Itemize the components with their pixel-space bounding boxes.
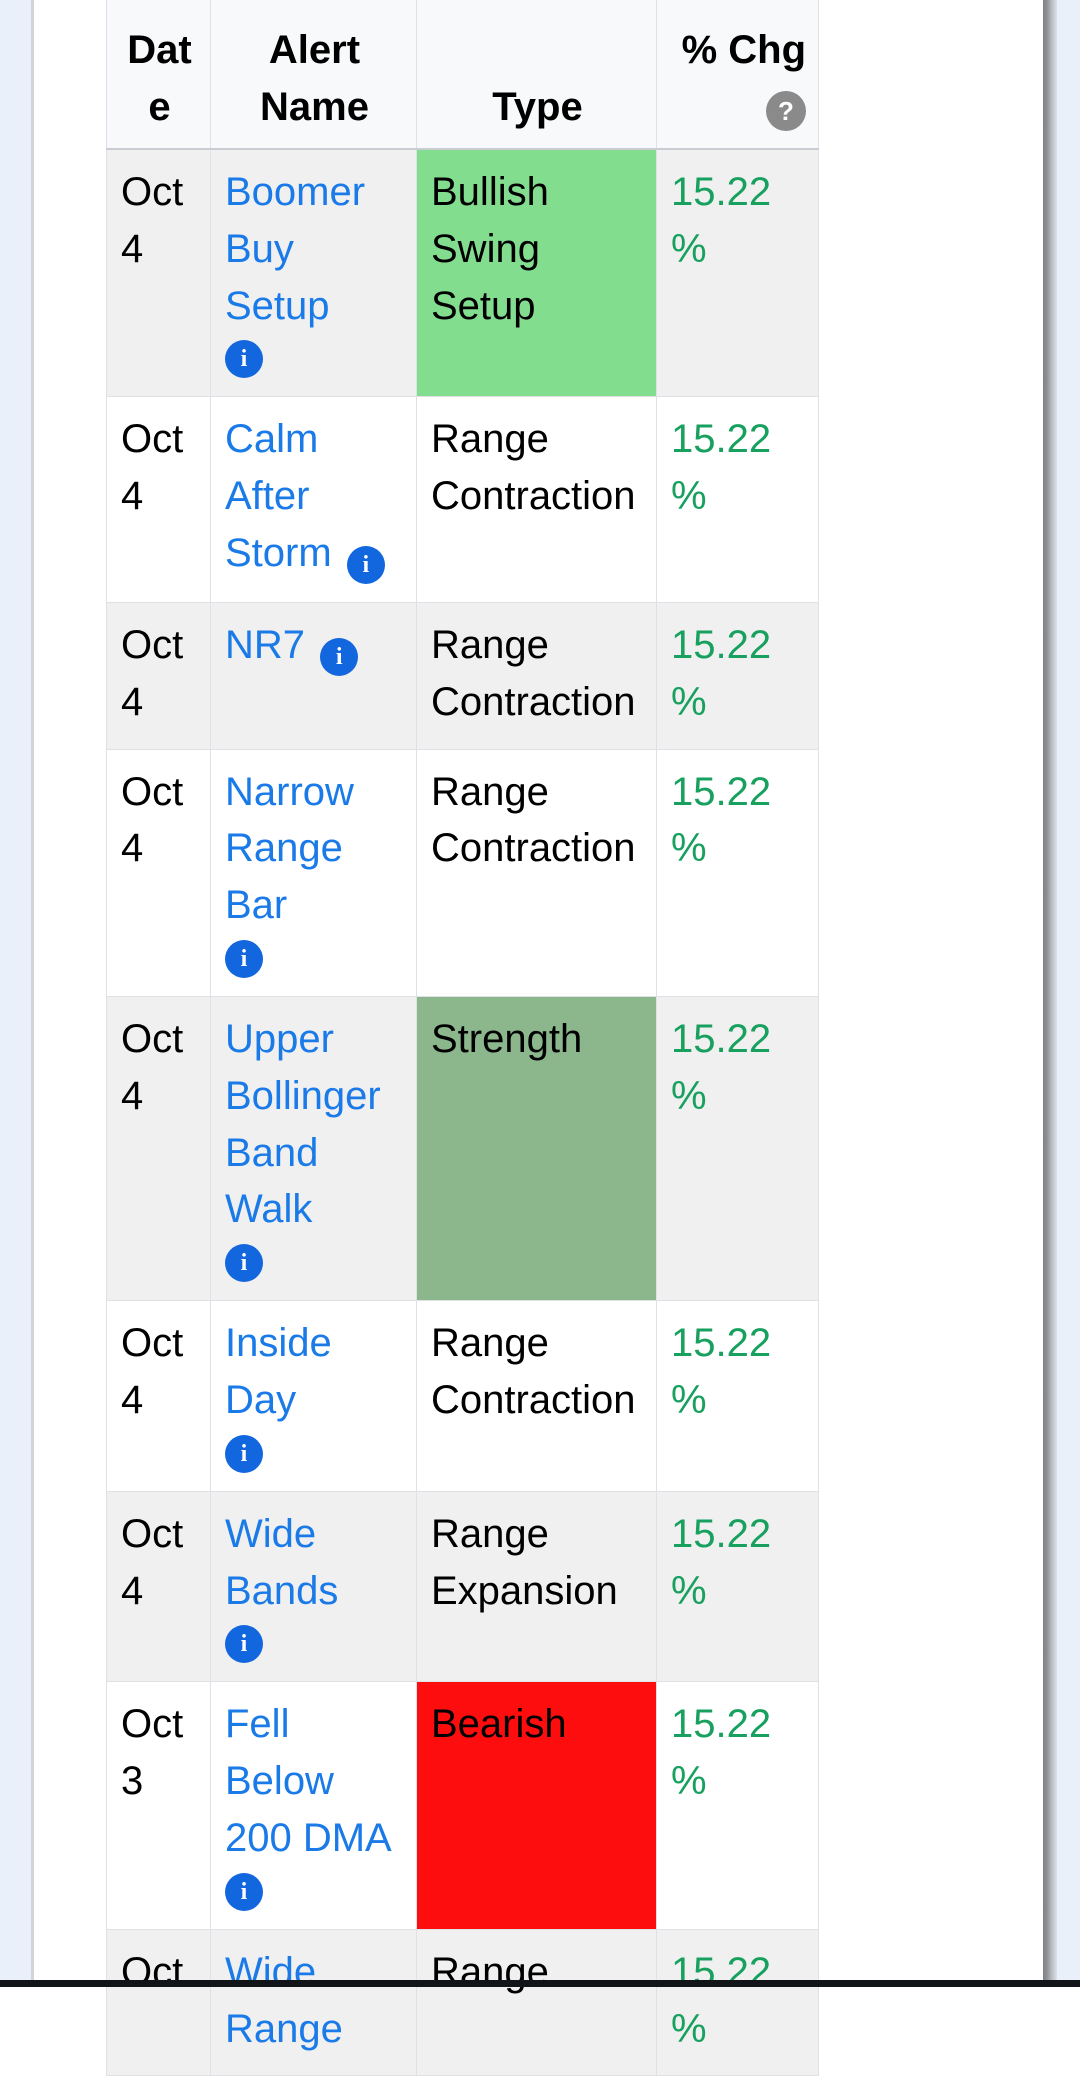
info-icon[interactable]: i <box>225 1244 263 1283</box>
alert-name-link[interactable]: Wide Bands <box>225 1512 338 1613</box>
vertical-scrollbar[interactable] <box>1043 0 1057 1987</box>
cell-type: Range Expansion <box>416 1490 657 1683</box>
cell-pct-chg: 15.22% <box>656 148 819 398</box>
cell-type: Range <box>416 1928 657 2076</box>
column-header-alert-name[interactable]: Alert Name <box>210 0 417 150</box>
cell-alert-name: NR7 i <box>210 601 417 750</box>
info-icon[interactable]: i <box>225 1625 263 1664</box>
cell-pct-chg: 15.22% <box>656 601 819 750</box>
cell-type: Bearish <box>416 1681 657 1930</box>
alert-name-link[interactable]: Wide Range <box>225 1950 343 2051</box>
cell-date: Oct 4 <box>106 748 211 997</box>
info-icon[interactable]: i <box>225 1434 263 1473</box>
cell-type: Range Contraction <box>416 748 657 997</box>
table-row: Oct 4 Boomer Buy Setup i Bullish Swing Setu… <box>106 148 819 398</box>
cell-pct-chg: 15.22% <box>656 995 819 1302</box>
cell-type: Range Contraction <box>416 1300 657 1492</box>
table-header: Date Alert Name Type % Chg ? <box>106 0 819 150</box>
cell-date: Oct 4 <box>106 1490 211 1683</box>
table-row: Oct 4 Narrow Range Bar i Range Contraction 1… <box>106 748 819 997</box>
info-icon[interactable]: i <box>320 637 359 676</box>
page-gutter-left <box>0 0 34 1987</box>
cell-date: Oct 4 <box>106 148 211 398</box>
info-icon[interactable]: i <box>225 340 263 379</box>
info-icon[interactable]: i <box>225 1872 263 1911</box>
cell-pct-chg: 15.22% <box>656 748 819 997</box>
table-header-row: Date Alert Name Type % Chg ? <box>106 0 819 150</box>
column-header-date[interactable]: Date <box>106 0 211 150</box>
cell-pct-chg: 15.22% <box>656 1300 819 1492</box>
cell-alert-name: Wide Bands i <box>210 1490 417 1683</box>
table-row: Oct 3 Fell Below 200 DMA i Bearish 15.22% <box>106 1681 819 1930</box>
table-row: Oct 4 Upper Bollinger Band Walk i Strength 1… <box>106 995 819 1302</box>
cell-alert-name: Narrow Range Bar i <box>210 748 417 997</box>
cell-type: Bullish Swing Setup <box>416 148 657 398</box>
content-column: Date Alert Name Type % Chg ? Oct 4 Boomer… <box>37 0 1043 2076</box>
cell-alert-name: Wide Range <box>210 1928 417 2076</box>
alert-name-link[interactable]: Upper Bollinger Band Walk <box>225 1017 381 1231</box>
cell-alert-name: Calm After Storm i <box>210 396 417 603</box>
column-header-pct-chg[interactable]: % Chg ? <box>656 0 819 150</box>
alert-name-link[interactable]: Narrow Range Bar <box>225 770 354 928</box>
alerts-table-container: Date Alert Name Type % Chg ? Oct 4 Boomer… <box>106 0 1018 2076</box>
alert-name-link[interactable]: NR7 <box>225 623 305 667</box>
cell-pct-chg: 15.22% <box>656 1928 819 2076</box>
cell-alert-name: Boomer Buy Setup i <box>210 148 417 398</box>
alert-name-link[interactable]: Boomer Buy Setup <box>225 170 365 328</box>
cell-pct-chg: 15.22% <box>656 1490 819 1683</box>
table-row: Oct 4 Calm After Storm i Range Contraction… <box>106 396 819 603</box>
table-body: Oct 4 Boomer Buy Setup i Bullish Swing Setu… <box>106 148 819 2076</box>
cell-pct-chg: 15.22% <box>656 396 819 603</box>
cell-pct-chg: 15.22% <box>656 1681 819 1930</box>
cell-alert-name: Inside Day i <box>210 1300 417 1492</box>
cell-alert-name: Fell Below 200 DMA i <box>210 1681 417 1930</box>
alert-name-link[interactable]: Inside Day <box>225 1321 332 1422</box>
cell-date: Oct 4 <box>106 995 211 1302</box>
cell-date: Oct 3 <box>106 1681 211 1930</box>
info-icon[interactable]: i <box>225 939 263 978</box>
cell-date: Oct 4 <box>106 396 211 603</box>
table-row: Oct 4 Wide Bands i Range Expansion 15.22% <box>106 1490 819 1683</box>
alert-name-link[interactable]: Calm After Storm <box>225 417 332 575</box>
alert-name-link[interactable]: Fell Below 200 DMA <box>225 1702 392 1860</box>
table-row: Oct 4 NR7 i Range Contraction 15.22% <box>106 601 819 750</box>
cell-date: Oct <box>106 1928 211 2076</box>
page-viewport: Date Alert Name Type % Chg ? Oct 4 Boomer… <box>0 0 1080 2076</box>
alerts-table: Date Alert Name Type % Chg ? Oct 4 Boomer… <box>106 0 819 2076</box>
info-icon[interactable]: i <box>346 545 385 584</box>
help-icon[interactable]: ? <box>766 91 806 132</box>
cell-date: Oct 4 <box>106 1300 211 1492</box>
cell-type: Strength <box>416 995 657 1302</box>
cell-type: Range Contraction <box>416 601 657 750</box>
column-header-pct-chg-label: % Chg <box>681 28 806 73</box>
column-header-type[interactable]: Type <box>416 0 657 150</box>
page-gutter-right <box>1043 0 1080 1987</box>
table-row: Oct 4 Inside Day i Range Contraction 15.22% <box>106 1300 819 1492</box>
table-row: Oct Wide Range Range 15.22% <box>106 1928 819 2076</box>
cell-alert-name: Upper Bollinger Band Walk i <box>210 995 417 1302</box>
bottom-edge-rule <box>0 1980 1080 1987</box>
cell-type: Range Contraction <box>416 396 657 603</box>
cell-date: Oct 4 <box>106 601 211 750</box>
